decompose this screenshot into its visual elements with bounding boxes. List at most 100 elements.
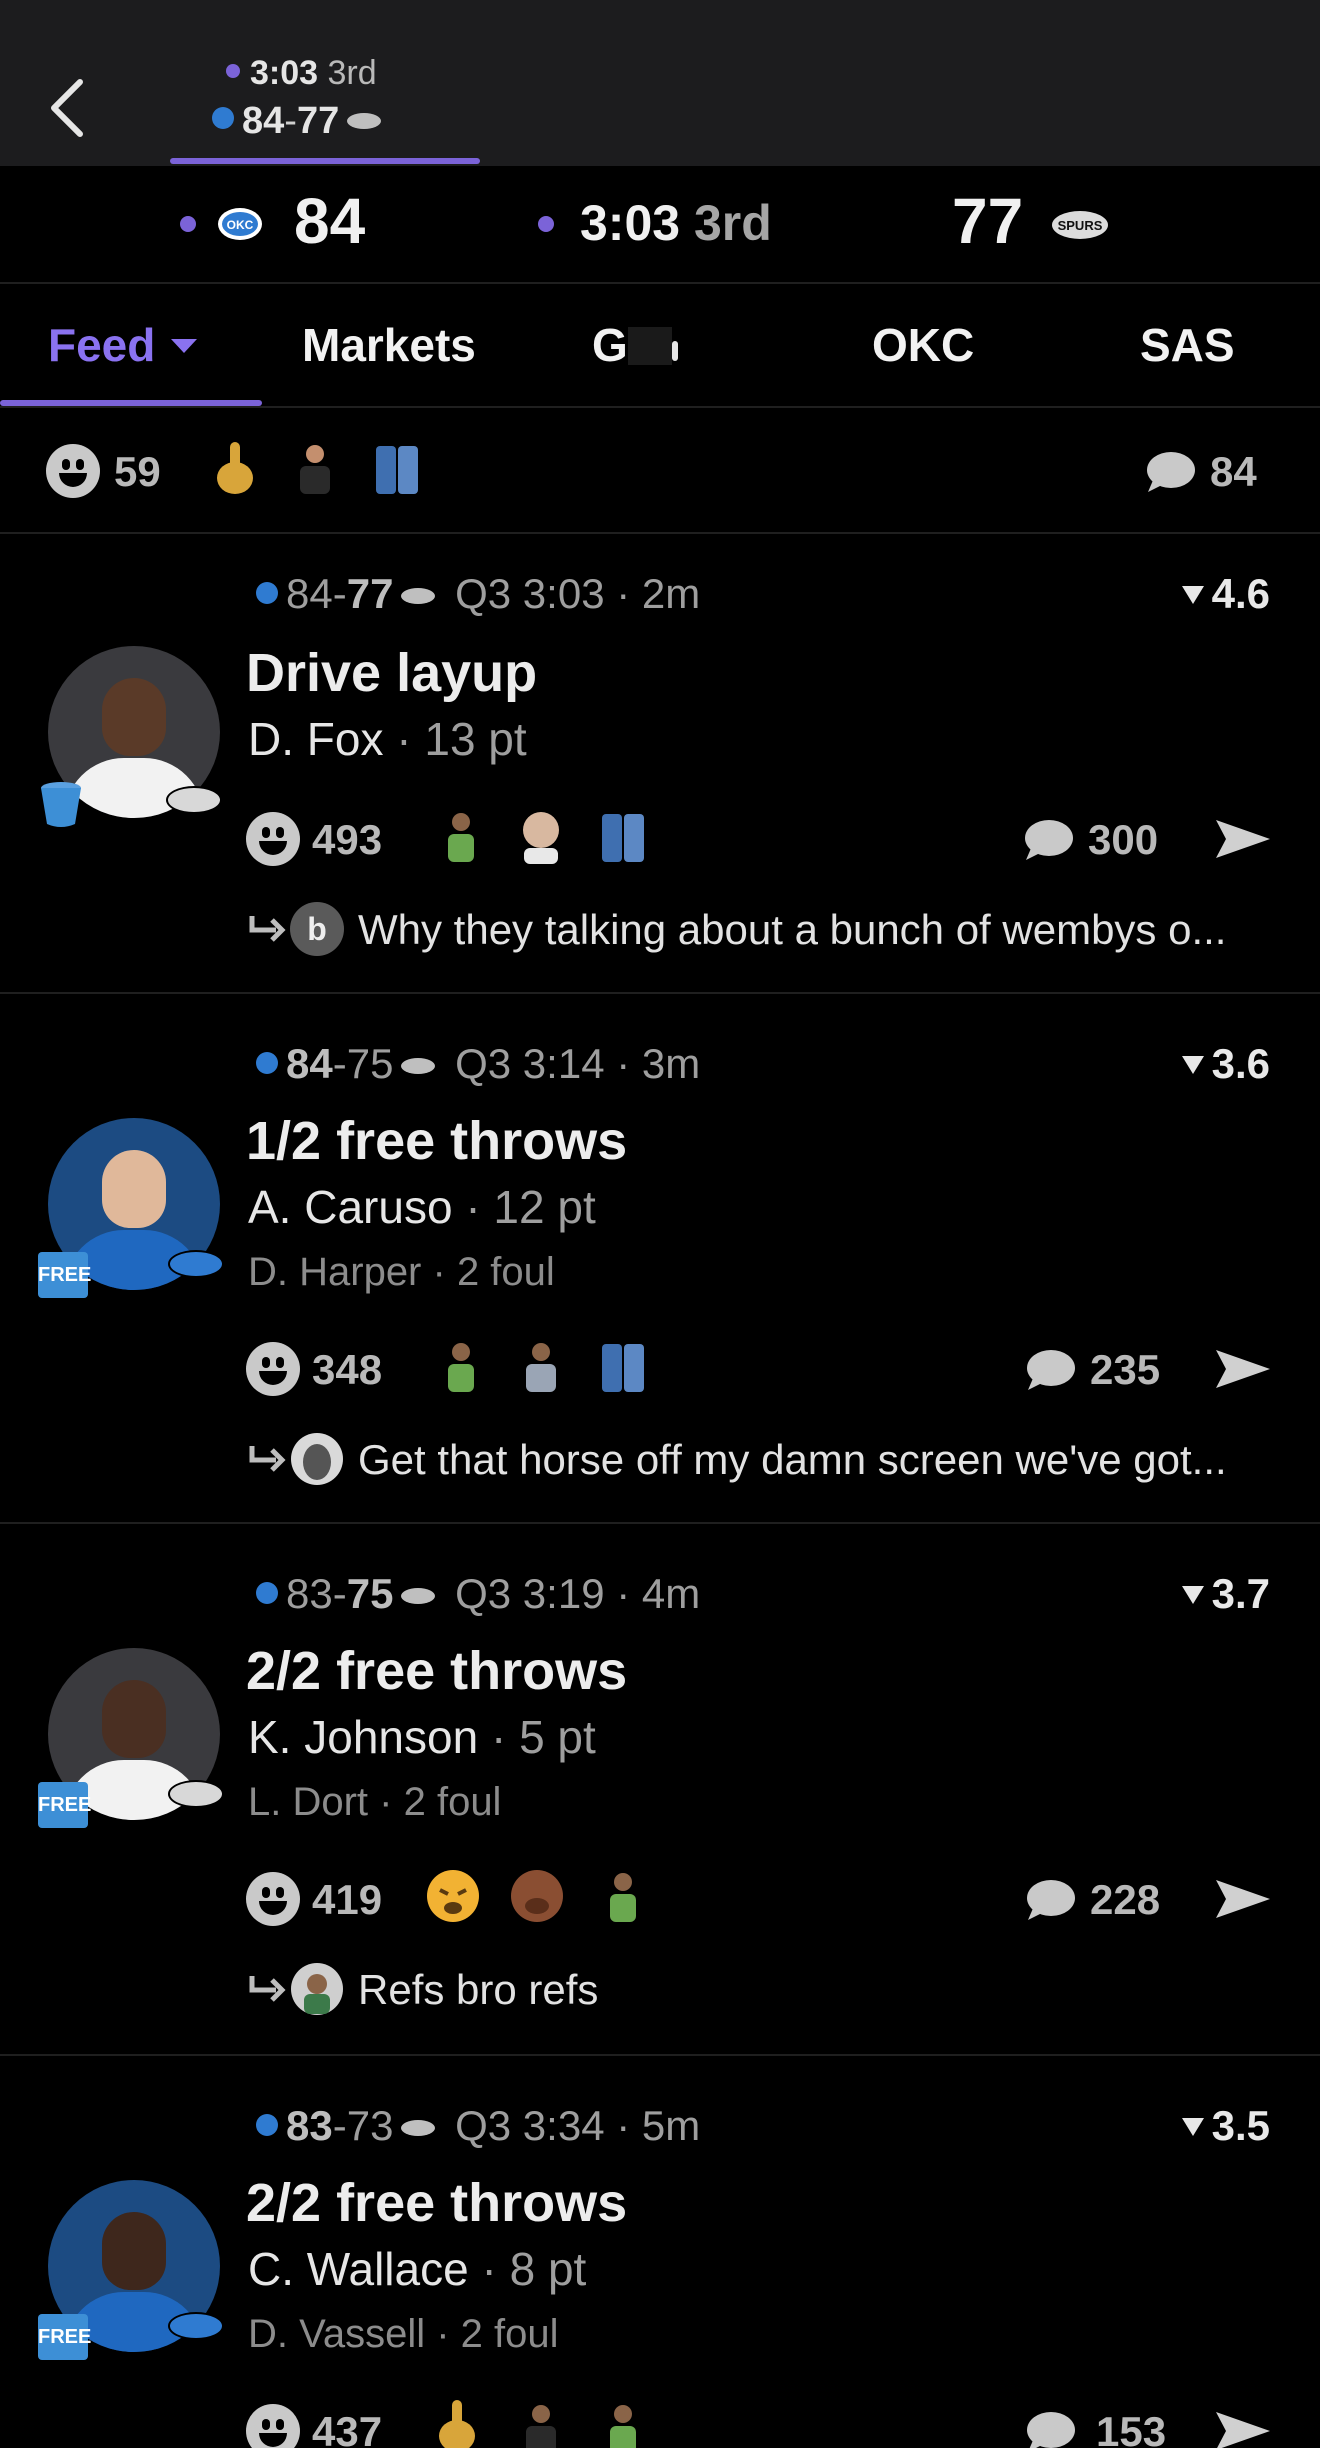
- mini-underline: [170, 158, 480, 164]
- player-name: K. Johnson: [248, 1711, 479, 1763]
- comment-bubble-icon[interactable]: [1020, 818, 1074, 862]
- feed-item[interactable]: FREE 84-75 Q3 3:14 · 3m 3.6 1/2 free thr…: [0, 996, 1320, 1524]
- home-score: 84: [294, 185, 366, 257]
- feed-item[interactable]: FREE 83-73 Q3 3:34 · 5m 3.5 2/2 free thr…: [0, 2058, 1320, 2448]
- reply-avatar[interactable]: [290, 1432, 344, 1486]
- foul-line: L. Dort · 2 foul: [248, 1780, 502, 1824]
- play-rating[interactable]: 3.6: [1181, 1040, 1270, 1088]
- top-nav-bar: 3:03 3rd 84-77: [0, 0, 1320, 166]
- svg-text:OKC: OKC: [227, 218, 254, 232]
- comment-count: 300: [1088, 816, 1159, 863]
- foul-player: L. Dort: [248, 1780, 369, 1824]
- share-icon[interactable]: [1214, 2408, 1272, 2448]
- okc-logo-icon: [256, 1582, 278, 1604]
- spurs-logo-icon: [347, 113, 382, 129]
- play-time: Q3 3:19: [455, 1570, 605, 1617]
- foul-line: D. Harper · 2 foul: [248, 1250, 555, 1294]
- tab-feed-label: Feed: [48, 319, 156, 371]
- reply-preview[interactable]: Why they talking about a bunch of wembys…: [358, 906, 1226, 954]
- score-home: 84: [286, 1040, 333, 1087]
- foul-player: D. Harper: [248, 1250, 422, 1294]
- comment-count: 153: [1096, 2408, 1167, 2448]
- player-line: C. Wallace · 8 pt: [248, 2243, 587, 2295]
- player-sticker-icon: [448, 813, 474, 862]
- reply-arrow-icon: [249, 1446, 286, 1472]
- play-rating[interactable]: 4.6: [1181, 570, 1270, 618]
- reaction-count: 348: [312, 1346, 383, 1393]
- rating-icon: [1181, 2118, 1204, 2136]
- play-time: Q3 3:14: [455, 1040, 605, 1087]
- home-possession-dot: [180, 216, 196, 232]
- player-head: [102, 1680, 166, 1758]
- foul-stat: 2 foul: [456, 1250, 555, 1294]
- smile-icon: [46, 444, 100, 498]
- reply-preview[interactable]: Get that horse off my damn screen we've …: [358, 1436, 1227, 1484]
- feed-item[interactable]: FREE 83-75 Q3 3:19 · 4m 3.7 2/2 free thr…: [0, 1526, 1320, 2056]
- smile-icon[interactable]: [246, 1342, 300, 1396]
- clock-dot: [538, 216, 554, 232]
- player-sticker-icon: [610, 2405, 636, 2448]
- reply-preview[interactable]: Refs bro refs: [358, 1966, 598, 2014]
- okc-logo-icon: [256, 1052, 278, 1074]
- mini-scoreboard[interactable]: 3:03 3rd 84-77: [170, 52, 480, 164]
- comment-bubble-icon[interactable]: [1022, 2410, 1076, 2448]
- okc-logo-icon: [168, 2312, 224, 2340]
- smile-icon[interactable]: [246, 1872, 300, 1926]
- rating-value: 3.6: [1211, 1040, 1270, 1087]
- play-rating[interactable]: 3.5: [1181, 2102, 1270, 2150]
- tab-bar: Feed Markets G OKC SAS: [0, 286, 1320, 408]
- smile-icon[interactable]: [246, 2404, 300, 2448]
- free-badge: FREE: [38, 1782, 91, 1828]
- smile-icon[interactable]: [246, 812, 300, 866]
- share-icon[interactable]: [1214, 1346, 1272, 1392]
- okc-logo-icon: [168, 1250, 224, 1278]
- tab-sas[interactable]: SAS: [1140, 318, 1235, 372]
- reaction-count: 419: [312, 1876, 383, 1923]
- live-dot: [226, 64, 240, 78]
- bucket-icon: [41, 782, 81, 827]
- player-name: C. Wallace: [248, 2243, 469, 2295]
- tab-markets[interactable]: Markets: [302, 318, 476, 372]
- play-title: 1/2 free throws: [246, 1111, 628, 1171]
- chevron-left-icon[interactable]: [44, 76, 98, 140]
- play-meta: 83-73 Q3 3:34 · 5m: [248, 2102, 700, 2150]
- reaction-summary[interactable]: 59 84: [0, 410, 1320, 534]
- players-sticker-icon: [602, 1344, 644, 1392]
- tab-okc[interactable]: OKC: [872, 318, 974, 372]
- tab-game[interactable]: G: [592, 318, 678, 372]
- comment-bubble-icon[interactable]: [1022, 1878, 1076, 1922]
- reply-arrow-icon: [249, 916, 286, 942]
- comment-count: 235: [1090, 1346, 1161, 1393]
- spurs-logo-icon: [401, 1588, 436, 1604]
- tab-active-indicator: [0, 400, 262, 406]
- reaction-count: 493: [312, 816, 383, 863]
- tab-feed[interactable]: Feed: [48, 318, 198, 372]
- share-icon[interactable]: [1214, 1876, 1272, 1922]
- play-rating[interactable]: 3.7: [1181, 1570, 1270, 1618]
- feed-item[interactable]: 84-77 Q3 3:03 · 2m 4.6 Drive layup D. Fo…: [0, 536, 1320, 994]
- comment-bubble-icon[interactable]: [1022, 1348, 1076, 1392]
- face-sticker-icon: [511, 1870, 563, 1922]
- player-stat: 8 pt: [509, 2243, 587, 2295]
- player-line: A. Caruso · 12 pt: [248, 1181, 596, 1233]
- share-icon[interactable]: [1214, 816, 1272, 862]
- reply-avatar[interactable]: [290, 1962, 344, 2016]
- score-away: 77: [346, 570, 394, 617]
- player-line: K. Johnson · 5 pt: [248, 1711, 596, 1763]
- foul-stat: 2 foul: [460, 2312, 559, 2356]
- reply-avatar[interactable]: b: [290, 902, 344, 956]
- chevron-down-icon: [171, 339, 198, 353]
- reaction-count: 59: [114, 448, 161, 495]
- svg-text:SPURS: SPURS: [1058, 218, 1103, 233]
- play-meta: 84-77 Q3 3:03 · 2m: [248, 570, 700, 618]
- rating-value: 3.5: [1211, 2102, 1270, 2149]
- play-meta: 84-75 Q3 3:14 · 3m: [248, 1040, 700, 1088]
- player-head: [102, 2212, 166, 2290]
- score-home: 84: [286, 570, 333, 617]
- rating-icon: [1181, 1586, 1204, 1604]
- reply-arrow-icon: [249, 1976, 286, 2002]
- comment-bubble-icon: [1147, 452, 1195, 492]
- scoreboard: OKC 84 3:03 3rd 77 SPURS: [0, 166, 1320, 284]
- player-line: D. Fox · 13 pt: [248, 713, 527, 765]
- mini-clock: 3:03 3rd: [226, 54, 377, 93]
